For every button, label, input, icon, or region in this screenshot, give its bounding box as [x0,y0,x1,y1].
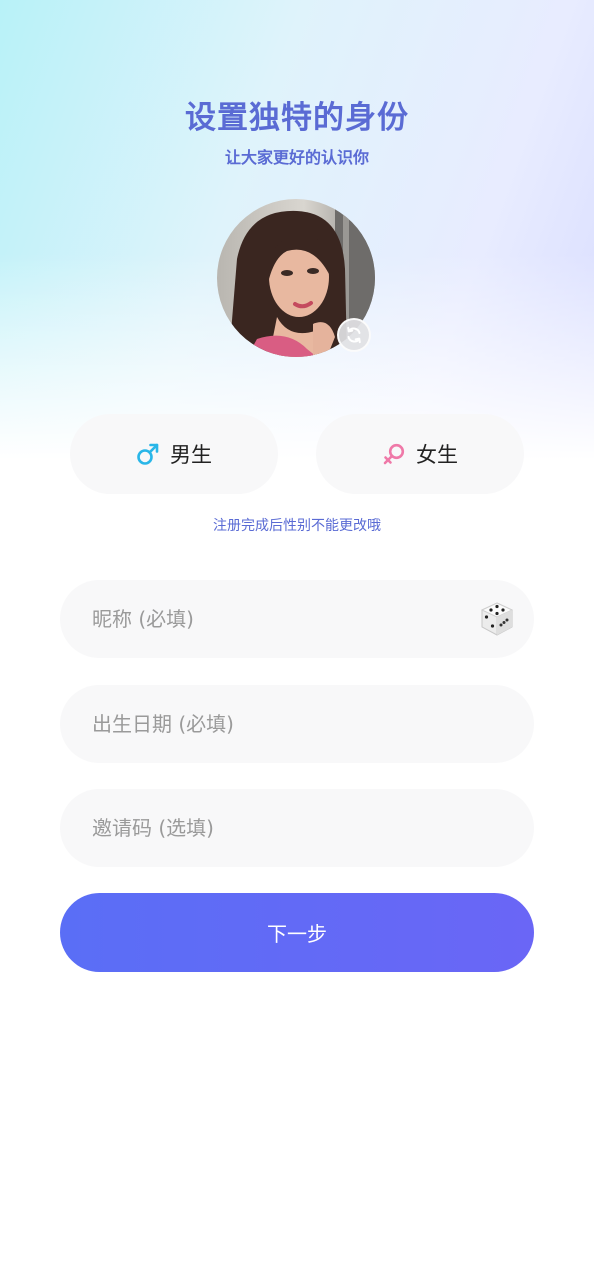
gender-male-button[interactable]: 男生 [70,414,278,494]
gender-female-label: 女生 [416,443,458,467]
gender-female-button[interactable]: 女生 [316,414,524,494]
invite-code-field[interactable] [60,789,534,867]
female-symbol-icon [382,442,406,466]
male-symbol-icon [136,442,160,466]
birthdate-input[interactable] [60,685,534,763]
birthdate-field[interactable] [60,685,534,763]
invite-code-input[interactable] [60,789,534,867]
refresh-icon [347,326,361,344]
refresh-avatar-button[interactable] [337,318,371,352]
gender-note: 注册完成后性别不能更改哦 [213,518,381,534]
page-title: 设置独特的身份 [185,100,409,136]
page-subtitle: 让大家更好的认识你 [224,148,369,167]
next-button[interactable]: 下一步 [60,893,534,972]
nickname-input[interactable] [60,580,534,658]
gender-male-label: 男生 [170,443,212,467]
nickname-field[interactable] [60,580,534,658]
dice-icon[interactable] [478,600,516,638]
